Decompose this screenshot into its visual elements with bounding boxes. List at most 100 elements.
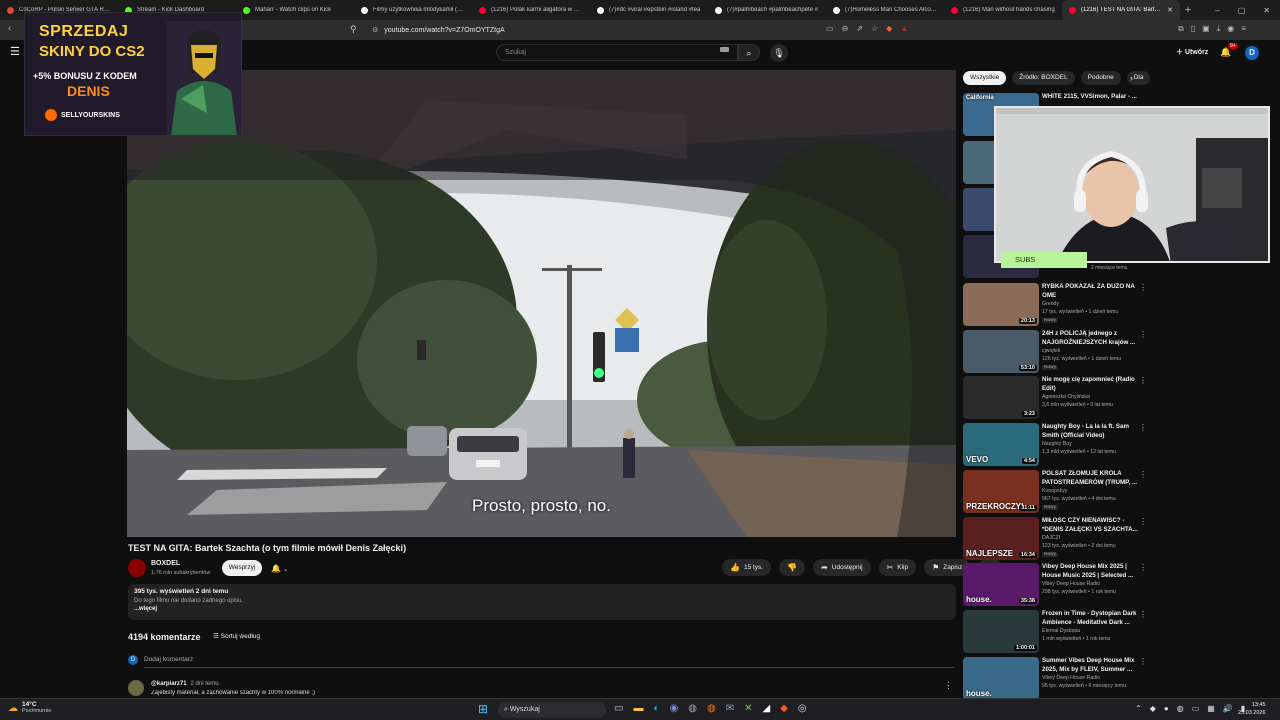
recommendation-item[interactable]: 53:10 24H z POLICJĄ jednego z NAJGROŹNIEJ… [963,330,1147,374]
recommendation-item[interactable]: 20:13 RYBKA POKAZAŁ ZA DUŻO NA OME Grendy 1… [963,283,1147,327]
wallet-icon[interactable]: ▣ [1202,24,1210,34]
share-icon[interactable]: ⇗ [856,24,863,33]
chip-all[interactable]: Wszystkie [963,71,1007,85]
hamburger-menu-icon[interactable]: ☰ [10,45,20,58]
browser-tab[interactable]: (1216) Polak karmi aligatora w USA [472,0,590,20]
subscription-bell-button[interactable]: 🔔 ⌄ [268,561,298,576]
add-comment-input[interactable]: Dodaj komentarz [144,656,954,668]
browser-tab[interactable]: (1216) TEST NA GITA: Bartek Sz ✕ [1062,0,1180,20]
chip-related[interactable]: Podobne [1080,71,1121,85]
support-button[interactable]: Wesprzyj [222,560,262,576]
edge-icon[interactable]: ◐ [653,703,659,714]
discord-icon[interactable]: ◉ [670,703,679,714]
browser-tab[interactable]: (7)#palmbeach #palmbeachpete # [708,0,826,20]
xbox-icon[interactable]: ✕ [744,703,752,714]
obs-icon[interactable]: ◎ [798,703,807,714]
create-button[interactable]: ＋ Utwórz [1170,45,1214,61]
account-avatar[interactable]: D [1245,46,1259,60]
like-button[interactable]: 👍 15 tys. [722,559,772,576]
tray-app-icon[interactable]: ● [1164,704,1169,713]
more-options-icon[interactable]: ⋮ [1139,563,1147,572]
bookmark-icon[interactable]: ⚲ [350,24,357,35]
browser-tab[interactable]: (1216) Man without hands chasing [944,0,1062,20]
recommendation-item[interactable]: house. 35:38 Vibey Deep House Mix 2025 | H… [963,563,1147,607]
voice-search-button[interactable]: 🎙 [770,44,788,62]
comment-avatar[interactable] [128,680,144,696]
tray-app-icon[interactable]: ◍ [1177,704,1184,713]
taskbar-search[interactable]: ⌕ Wyszukaj [498,702,606,718]
comment-menu-icon[interactable]: ⋮ [944,680,953,691]
extension-icon[interactable]: ⧉ [1178,24,1184,34]
search-button[interactable]: ⌕ [738,44,760,61]
more-options-icon[interactable]: ⋮ [1139,517,1147,526]
recommendation-channel[interactable]: Agnieszka Chylińska [1042,394,1090,400]
site-info-icon[interactable]: ⚙ [372,26,378,34]
more-options-icon[interactable]: ⋮ [1139,470,1147,479]
maximize-button[interactable]: ▢ [1238,6,1246,15]
profile-icon[interactable]: ◉ [1227,24,1234,34]
capcut-icon[interactable]: ◢ [762,703,770,714]
task-view-icon[interactable]: ▭ [614,703,623,714]
steam-icon[interactable]: ◍ [688,703,697,714]
more-options-icon[interactable]: ⋮ [1139,283,1147,292]
minimize-button[interactable]: – [1215,6,1219,15]
download-icon[interactable]: ⤓ [1217,24,1221,34]
show-more-link[interactable]: ...więcej [134,606,950,612]
recommendation-item[interactable]: 1:00:01 Frozen in Time - Dystopian Dark A… [963,610,1147,654]
recommendation-channel[interactable]: Grendy [1042,301,1059,307]
recommendation-item[interactable]: house. Summer Vibes Deep House Mix 2025, … [963,657,1147,701]
file-explorer-icon[interactable]: ▬ [633,703,643,714]
windows-start-icon[interactable]: ⊞ [478,702,488,716]
more-options-icon[interactable]: ⋮ [1139,423,1147,432]
cast-icon[interactable]: ▭ [826,24,834,33]
clip-button[interactable]: ✂ Klip [878,559,917,576]
zoom-icon[interactable]: ⊖ [842,24,849,33]
keyboard-layout-icon[interactable]: ▭ [1192,704,1200,713]
channel-avatar[interactable] [128,559,146,577]
recommendation-channel[interactable]: Vibey Deep House Radio [1042,675,1100,681]
browser-tab[interactable]: Filmy użytkownika mlodykamil (@m [354,0,472,20]
brave-icon[interactable]: ◆ [780,703,788,714]
sidebar-icon[interactable]: ▯ [1191,24,1195,34]
recommendation-item[interactable]: VEVO 4:54 Naughty Boy - La la la ft. Sam S… [963,423,1147,467]
weather-widget[interactable]: ☁ 14°C Pochmurnie [8,701,51,715]
chevron-up-icon[interactable]: ⌃ [1135,704,1142,713]
recommendation-item[interactable]: 3:23 Nie mogę cię zapomnieć (Radio Edit) A… [963,376,1147,420]
more-options-icon[interactable]: ⋮ [1139,657,1147,666]
tray-app-icon[interactable]: ◆ [1150,704,1156,713]
firefox-icon[interactable]: ◍ [707,703,716,714]
back-icon[interactable]: ‹ [8,23,11,34]
sort-comments-button[interactable]: ☰ Sortuj według [213,632,260,640]
clock[interactable]: 13:45 23.03.2026 [1238,701,1266,717]
chip-source[interactable]: Źródło: BOXDEL [1012,71,1075,85]
browser-tab[interactable]: (7)#dc #viral #epstein #island #tea [590,0,708,20]
recommendation-item[interactable]: NAJLEPSZE 16:34 MIŁOŚĆ CZY NIENAWIŚĆ? - *D… [963,517,1147,561]
brave-shield-icon[interactable]: ◆ [886,24,892,33]
comment-author[interactable]: @karpiarz71 2 dni temu [151,681,219,687]
network-icon[interactable]: ▦ [1207,704,1215,713]
menu-icon[interactable]: ≡ [1241,24,1246,34]
brave-rewards-icon[interactable]: ▲ [900,24,908,33]
mail-icon[interactable]: ✉ [726,703,734,714]
channel-name[interactable]: BOXDEL [151,560,180,567]
recommendation-channel[interactable]: Konopskyy [1042,488,1067,494]
recommendation-channel[interactable]: Eternal Dystopia [1042,628,1080,634]
dislike-button[interactable]: 👎 [779,559,806,576]
search-input[interactable]: Szukaj [496,44,738,61]
keyboard-icon[interactable] [720,47,729,52]
more-options-icon[interactable]: ⋮ [1139,610,1147,619]
star-icon[interactable]: ☆ [871,24,878,33]
volume-icon[interactable]: 🔊 [1223,704,1233,713]
chevron-right-icon[interactable]: › [1130,73,1133,83]
video-player[interactable]: Prosto, prosto, no. [127,70,956,537]
browser-tab[interactable]: (7)Homeless Man Chooses Alcoho [826,0,944,20]
close-window-button[interactable]: ✕ [1263,6,1270,15]
share-button[interactable]: ➦ Udostępnij [813,559,871,576]
close-tab-icon[interactable]: ✕ [1167,6,1173,14]
recommendation-channel[interactable]: Vibey Deep House Radio [1042,581,1100,587]
new-tab-button[interactable]: + [1180,4,1196,16]
recommendation-item[interactable]: PRZEKROCZYŁ 31:11 POLSAT ZŁOMUJE KRÓLA PAT… [963,470,1147,514]
browser-tab[interactable]: Maharr - Watch clips on Kick [236,0,354,20]
recommendation-channel[interactable]: cjwojtek [1042,348,1060,354]
recommendation-channel[interactable]: Naughty Boy [1042,441,1072,447]
